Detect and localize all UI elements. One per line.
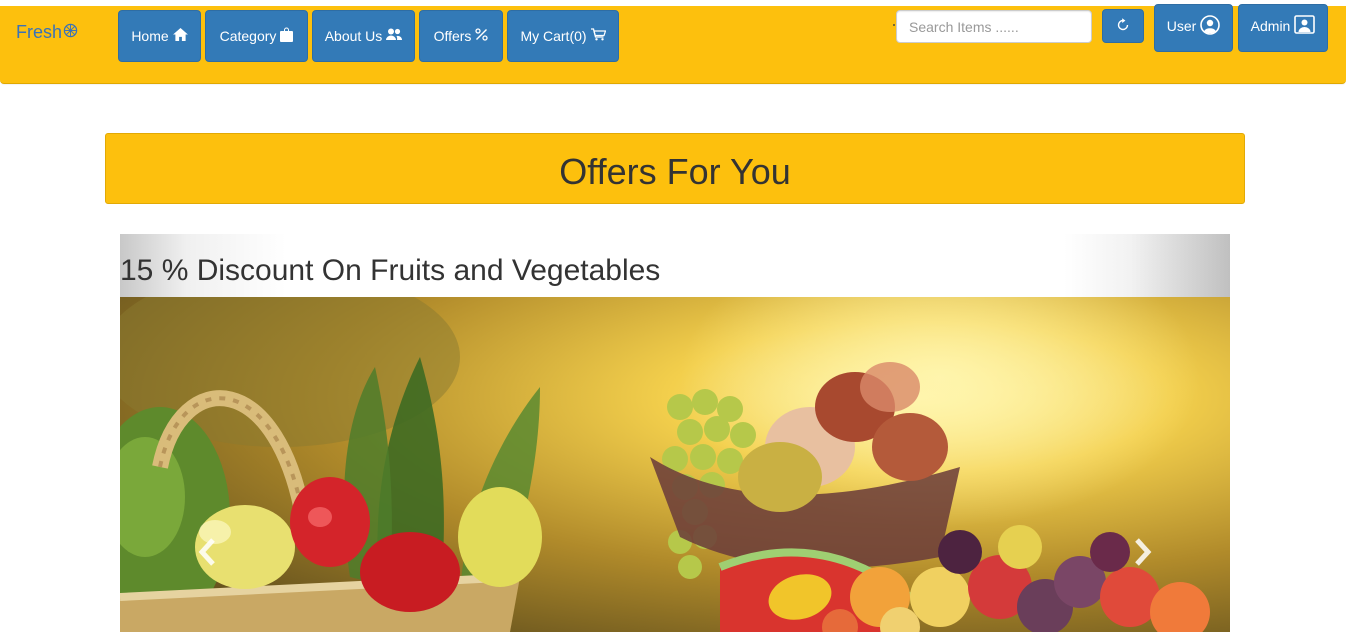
category-button[interactable]: Category: [205, 10, 308, 62]
carousel-next-button[interactable]: [1128, 537, 1158, 571]
navbar: Fresh: [0, 6, 1346, 84]
home-label: Home: [131, 28, 169, 44]
refresh-button[interactable]: [1102, 9, 1144, 43]
page-title: Offers For You: [559, 150, 791, 192]
admin-button[interactable]: Admin: [1238, 4, 1328, 52]
my-cart-button[interactable]: My Cart(0): [507, 10, 619, 62]
user-label: User: [1166, 18, 1197, 34]
user-circle-icon: [1200, 14, 1221, 38]
people-icon: [386, 28, 403, 44]
search-input[interactable]: [896, 10, 1092, 43]
chevron-right-icon: [1133, 537, 1153, 571]
percent-icon: [475, 28, 489, 44]
wheel-icon: [63, 22, 78, 43]
category-label: Category: [219, 28, 277, 44]
offers-label: Offers: [433, 28, 472, 44]
about-us-label: About Us: [324, 28, 383, 44]
brand-name: Fresh: [16, 22, 63, 42]
admin-label: Admin: [1250, 18, 1291, 34]
slide-caption: 15 % Discount On Fruits and Vegetables: [120, 254, 661, 287]
carousel-prev-button[interactable]: [192, 537, 222, 571]
my-cart-label: My Cart(0): [520, 28, 587, 44]
slide-caption-bar: 15 % Discount On Fruits and Vegetables: [120, 234, 1230, 297]
fruits-and-vegetables-image: [120, 234, 1230, 632]
shopping-bag-icon: [280, 27, 294, 45]
admin-screen-icon: [1294, 15, 1316, 37]
offers-heading-panel: Offers For You: [105, 133, 1245, 204]
refresh-icon: [1116, 17, 1130, 35]
cart-icon: [590, 28, 606, 44]
brand-logo[interactable]: Fresh: [16, 22, 78, 43]
about-us-button[interactable]: About Us: [312, 10, 415, 62]
home-icon: [172, 28, 188, 44]
chevron-left-icon: [197, 537, 217, 571]
home-button[interactable]: Home: [118, 10, 201, 62]
separator-dot: [893, 24, 895, 26]
offers-carousel: 15 % Discount On Fruits and Vegetables: [120, 234, 1230, 632]
offers-button[interactable]: Offers: [419, 10, 503, 62]
user-button[interactable]: User: [1154, 4, 1233, 52]
